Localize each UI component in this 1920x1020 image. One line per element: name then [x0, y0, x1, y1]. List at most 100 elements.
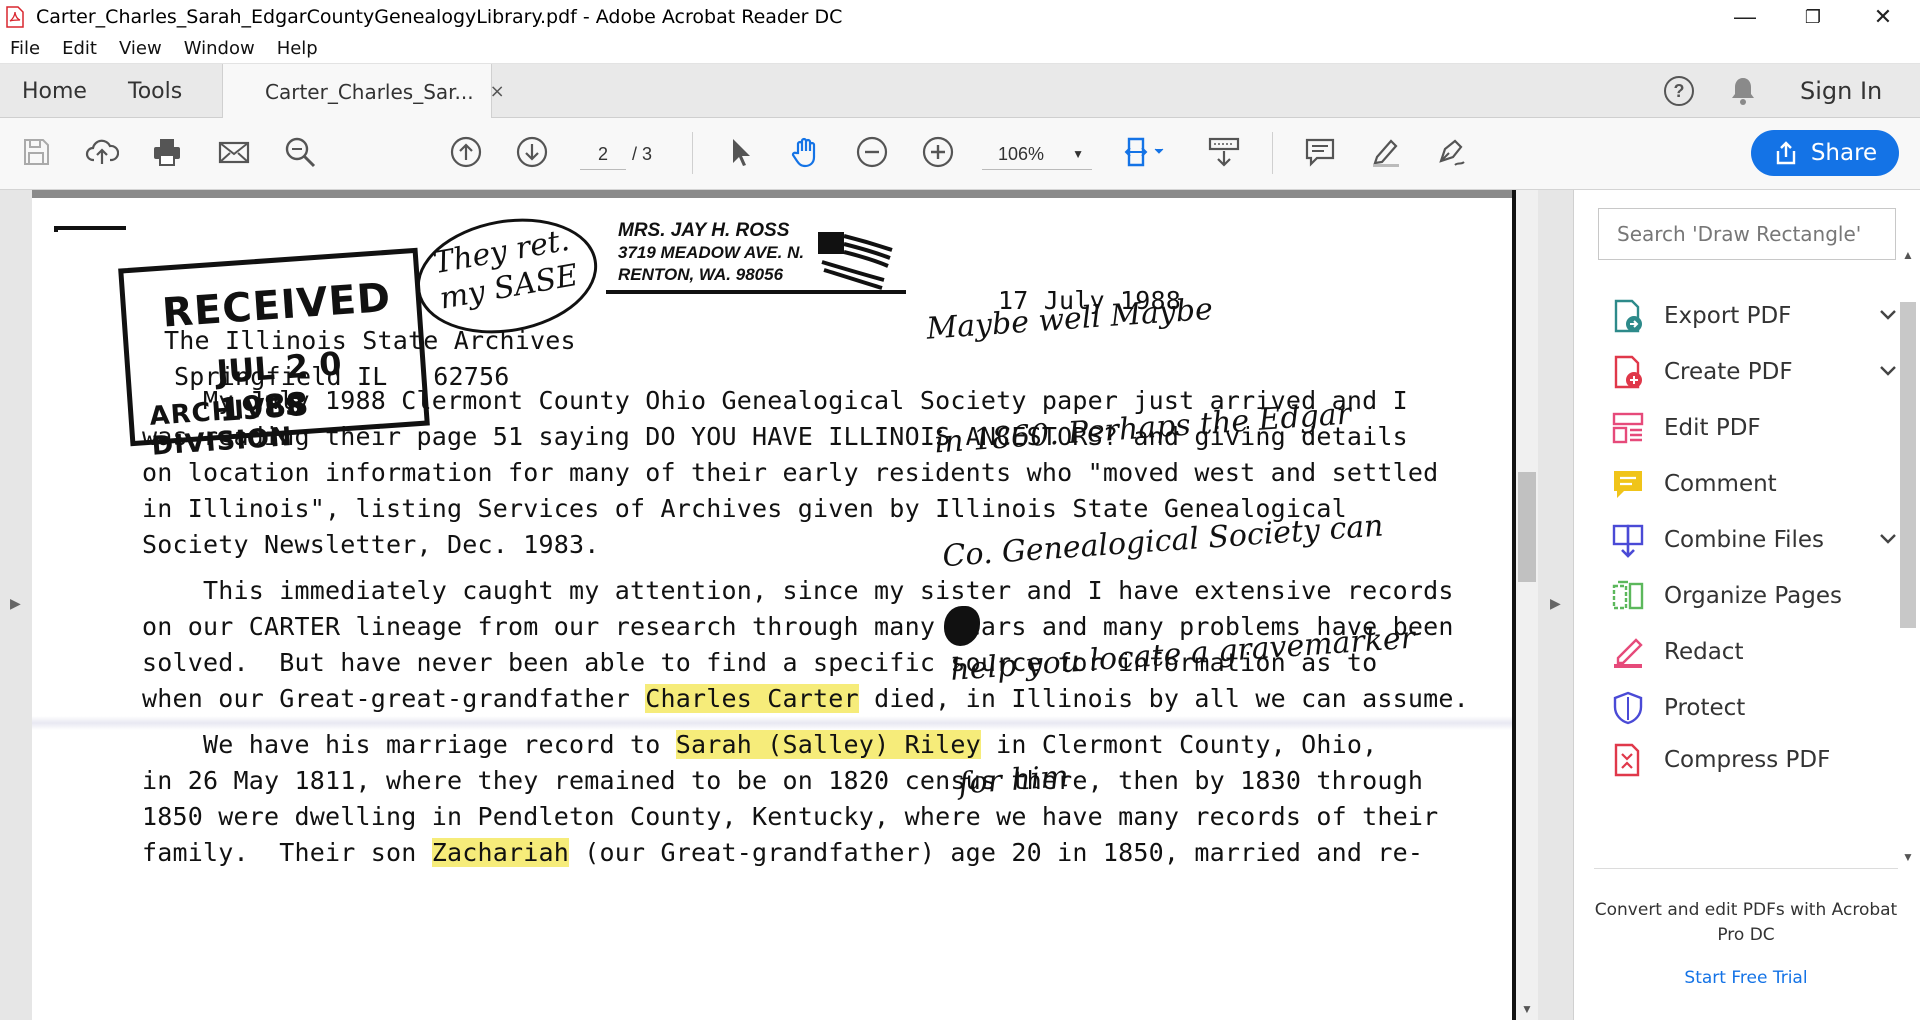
help-icon[interactable]: ?: [1664, 76, 1694, 106]
tool-organize-pages[interactable]: Organize Pages: [1610, 572, 1906, 620]
share-button[interactable]: Share: [1751, 130, 1899, 176]
sign-pen-icon[interactable]: [1432, 132, 1472, 172]
highlighted-name: Sarah (Salley) Riley: [675, 730, 981, 759]
paragraph-line: when our Great-great-grandfather Charles…: [142, 684, 1469, 713]
next-page-icon[interactable]: [512, 132, 552, 172]
upload-cloud-icon[interactable]: [82, 132, 122, 172]
highlighted-name: Charles Carter: [645, 684, 859, 713]
paragraph-line: This immediately caught my attention, si…: [142, 576, 1454, 605]
chevron-down-icon[interactable]: [1878, 360, 1898, 380]
close-tab-button[interactable]: ×: [490, 81, 505, 102]
minimize-button[interactable]: —: [1710, 0, 1780, 34]
menu-window[interactable]: Window: [184, 38, 255, 59]
tool-create-pdf[interactable]: Create PDF: [1610, 348, 1906, 396]
tab-tools[interactable]: Tools: [128, 64, 182, 118]
restore-button[interactable]: ❐: [1778, 0, 1848, 34]
email-icon[interactable]: [214, 132, 254, 172]
highlight-pen-icon[interactable]: [1366, 132, 1406, 172]
tool-label: Export PDF: [1664, 303, 1792, 329]
tool-comment[interactable]: Comment: [1610, 460, 1906, 508]
upgrade-promo-text: Convert and edit PDFs with Acrobat Pro D…: [1594, 900, 1898, 945]
zoom-out-icon[interactable]: [852, 132, 892, 172]
collapse-right-panel-icon: ▶: [1550, 595, 1561, 611]
return-address: MRS. JAY H. ROSS 3719 MEADOW AVE. N. REN…: [618, 220, 804, 286]
paragraph-line: My July 1988 Clermont County Ohio Geneal…: [142, 386, 1408, 415]
scrolling-mode-icon[interactable]: [1204, 132, 1244, 172]
scan-mark: [54, 226, 126, 232]
tool-label: Comment: [1664, 471, 1777, 497]
tool-protect[interactable]: Protect: [1610, 684, 1906, 732]
tab-home[interactable]: Home: [22, 64, 87, 118]
tool-combine-files[interactable]: Combine Files: [1610, 516, 1906, 564]
notification-bell-icon[interactable]: [1728, 75, 1758, 107]
menu-edit[interactable]: Edit: [62, 38, 97, 59]
paragraph-line: family. Their son Zachariah (our Great-g…: [142, 838, 1423, 867]
menu-file[interactable]: File: [10, 38, 40, 59]
scroll-down-arrow-icon[interactable]: ▼: [1521, 1002, 1533, 1016]
share-label: Share: [1810, 140, 1878, 166]
left-panel-toggle[interactable]: ▶: [0, 190, 32, 1020]
title-bar: Carter_Charles_Sarah_EdgarCountyGenealog…: [0, 0, 1920, 34]
highlighted-name: Zachariah: [431, 838, 570, 867]
page-edge: [32, 190, 1516, 198]
flag-icon: [818, 232, 893, 290]
fit-page-icon[interactable]: [1120, 132, 1170, 172]
tool-export-pdf[interactable]: Export PDF: [1610, 292, 1906, 340]
paragraph-line: in Illinois", listing Services of Archiv…: [142, 494, 1347, 523]
share-icon: [1776, 141, 1796, 165]
sign-in-button[interactable]: Sign In: [1800, 77, 1882, 105]
create-pdf-icon: [1614, 355, 1642, 389]
paragraph-line: on our CARTER lineage from our research …: [142, 612, 1454, 641]
zoom-level-value: 106%: [998, 144, 1045, 164]
chevron-down-icon[interactable]: [1878, 528, 1898, 548]
tool-edit-pdf[interactable]: Edit PDF: [1610, 404, 1906, 452]
menu-view[interactable]: View: [119, 38, 162, 59]
zoom-level-select[interactable]: 106% ▼: [982, 138, 1092, 170]
chevron-down-icon: ▼: [1072, 147, 1084, 161]
tools-scrollbar[interactable]: ▲ ▼: [1896, 248, 1918, 864]
scrollbar-thumb[interactable]: [1900, 302, 1916, 628]
scroll-down-arrow-icon[interactable]: ▼: [1902, 850, 1914, 864]
comment-icon[interactable]: [1300, 132, 1340, 172]
organize-pages-icon: [1612, 580, 1644, 610]
letter-date: 17 July 1988: [998, 286, 1182, 315]
paragraph-line: in 26 May 1811, where they remained to b…: [142, 766, 1424, 795]
text-run: family. Their son: [142, 838, 432, 867]
expand-left-panel-icon: ▶: [10, 595, 21, 611]
print-icon[interactable]: [147, 132, 187, 172]
chevron-down-icon[interactable]: [1878, 304, 1898, 324]
start-free-trial-link[interactable]: Start Free Trial: [1594, 968, 1898, 988]
save-icon[interactable]: [16, 132, 56, 172]
document-viewer[interactable]: ▶ RECEIVED JUL 2 0 1988 ARCHIVES DIVISIO…: [0, 190, 1574, 1020]
find-zoom-icon[interactable]: [280, 132, 320, 172]
zoom-in-icon[interactable]: [918, 132, 958, 172]
paragraph-line: solved. But have never been able to find…: [142, 648, 1378, 677]
compress-pdf-icon: [1614, 743, 1640, 777]
text-run: in Clermont County, Ohio,: [980, 730, 1378, 759]
page-number-input[interactable]: 2: [580, 138, 626, 170]
previous-page-icon[interactable]: [446, 132, 486, 172]
tool-label: Redact: [1664, 639, 1744, 665]
right-panel-toggle[interactable]: ▶: [1538, 190, 1574, 1020]
text-run: died, in Illinois by all we can assume.: [858, 684, 1469, 713]
tool-label: Create PDF: [1664, 359, 1793, 385]
scan-artifact: [32, 716, 1512, 730]
select-cursor-icon[interactable]: [720, 132, 760, 172]
tool-compress-pdf[interactable]: Compress PDF: [1610, 740, 1906, 780]
tool-label: Organize Pages: [1664, 583, 1843, 609]
text-run: when our Great-great-grandfather: [142, 684, 646, 713]
tab-document[interactable]: Carter_Charles_Sar... ×: [222, 64, 505, 119]
tools-search-input[interactable]: Search 'Draw Rectangle': [1598, 208, 1896, 260]
tool-redact[interactable]: Redact: [1610, 628, 1906, 676]
hand-tool-icon[interactable]: [786, 132, 826, 172]
scrollbar-thumb[interactable]: [1518, 472, 1536, 582]
menu-help[interactable]: Help: [277, 38, 318, 59]
paragraph-line: Society Newsletter, Dec. 1983.: [142, 530, 600, 559]
paragraph-line: We have his marriage record to Sarah (Sa…: [142, 730, 1377, 759]
scroll-up-arrow-icon[interactable]: ▲: [1902, 248, 1914, 262]
edit-pdf-icon: [1612, 412, 1644, 444]
close-window-button[interactable]: ✕: [1848, 0, 1918, 34]
tool-label: Edit PDF: [1664, 415, 1761, 441]
document-tab-label: Carter_Charles_Sar...: [265, 79, 474, 104]
document-scrollbar[interactable]: ▼: [1516, 190, 1538, 1020]
